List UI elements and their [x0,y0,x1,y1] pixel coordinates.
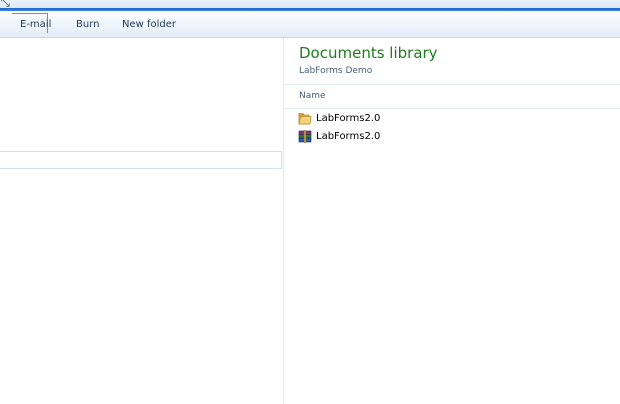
header-divider [284,84,620,85]
new-folder-button[interactable]: New folder [122,18,176,32]
library-subtitle: LabForms Demo [299,66,373,76]
library-title: Documents library [299,44,438,62]
list-item[interactable]: LabForms2.0 [298,111,498,127]
email-button[interactable]: E-mail [20,18,51,32]
column-header-divider [284,108,620,109]
command-bar: E-mail Burn New folder [0,11,620,38]
list-item[interactable]: LabForms2.0 [298,129,498,145]
file-name: LabForms2.0 [316,131,381,142]
column-header-name[interactable]: Name [299,90,326,102]
file-name: LabForms2.0 [316,113,381,124]
resize-cursor-icon: ⤡ [1,0,10,9]
navigation-pane[interactable] [0,38,284,404]
folder-icon [298,113,312,125]
winrar-archive-icon [298,130,312,143]
burn-button[interactable]: Burn [76,18,99,32]
navigation-pane-row[interactable] [0,151,282,169]
content-pane: Documents library LabForms Demo Name Lab… [284,38,620,404]
